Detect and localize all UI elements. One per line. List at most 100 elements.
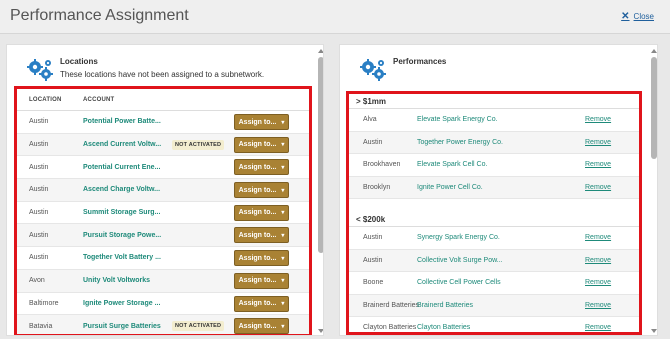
row-account-link[interactable]: Pursuit Storage Powe... bbox=[83, 232, 161, 239]
row-performance-link[interactable]: Brainerd Batteries bbox=[417, 302, 473, 309]
locations-rows: Austin Potential Power Batte... Assign to.… bbox=[17, 111, 309, 334]
row-location: Clayton Batteries bbox=[363, 324, 417, 332]
list-item: Austin Collective Volt Surge Pow... Remove bbox=[349, 249, 639, 272]
row-location: Alva bbox=[363, 116, 377, 124]
assign-to-button[interactable]: Assign to... ▾ bbox=[234, 295, 289, 312]
table-row: Baltimore Ignite Power Storage ... Assign … bbox=[17, 293, 309, 316]
dialog-title: Performance Assignment bbox=[10, 7, 189, 24]
table-row: Austin Pursuit Storage Powe... Assign to..… bbox=[17, 224, 309, 248]
row-account-link[interactable]: Together Volt Battery ... bbox=[83, 254, 161, 261]
performances-rows: > $1mm Alva Elevate Spark Energy Co. Remove… bbox=[349, 94, 639, 332]
remove-link[interactable]: Remove bbox=[585, 161, 611, 168]
row-account-link[interactable]: Ignite Power Storage ... bbox=[83, 300, 160, 307]
row-location: Austin bbox=[363, 256, 383, 264]
assign-label: Assign to... bbox=[238, 300, 277, 307]
chevron-down-icon: ▾ bbox=[281, 232, 285, 239]
row-performance-link[interactable]: Together Power Energy Co. bbox=[417, 139, 503, 146]
remove-link[interactable]: Remove bbox=[585, 257, 611, 264]
assign-label: Assign to... bbox=[238, 141, 277, 149]
locations-scrollbar[interactable] bbox=[318, 49, 323, 333]
table-row: Avon Unity Volt Voltworks Assign to... ▾ bbox=[17, 269, 309, 293]
scroll-thumb[interactable] bbox=[651, 57, 657, 159]
remove-link[interactable]: Remove bbox=[585, 139, 611, 146]
assign-to-button[interactable]: Assign to... ▾ bbox=[234, 136, 289, 153]
row-location: Boone bbox=[363, 279, 384, 287]
row-location: Austin bbox=[363, 234, 383, 242]
assign-label: Assign to... bbox=[238, 118, 277, 126]
scroll-thumb[interactable] bbox=[318, 57, 323, 253]
remove-link[interactable]: Remove bbox=[585, 324, 611, 331]
assign-label: Assign to... bbox=[238, 322, 277, 330]
scroll-down-arrow-icon[interactable] bbox=[651, 329, 657, 333]
scroll-up-arrow-icon[interactable] bbox=[318, 49, 323, 53]
assign-to-button[interactable]: Assign to... ▾ bbox=[234, 182, 289, 199]
performances-scrollbar[interactable] bbox=[651, 49, 657, 333]
remove-link[interactable]: Remove bbox=[585, 184, 611, 191]
locations-table-header: LOCATION ACCOUNT bbox=[17, 89, 309, 111]
row-account-link[interactable]: Summit Storage Surg... bbox=[83, 209, 160, 216]
row-account-link[interactable]: Pursuit Surge Batteries bbox=[83, 323, 161, 330]
remove-link[interactable]: Remove bbox=[585, 234, 611, 241]
scroll-down-arrow-icon[interactable] bbox=[318, 329, 323, 333]
chevron-down-icon: ▾ bbox=[281, 323, 285, 330]
assign-to-button[interactable]: Assign to... ▾ bbox=[234, 114, 289, 130]
group-header: < $200k bbox=[349, 212, 639, 227]
row-location: Baltimore bbox=[29, 299, 59, 307]
assign-label: Assign to... bbox=[238, 163, 277, 171]
row-performance-link[interactable]: Elevate Spark Energy Co. bbox=[417, 116, 498, 123]
assign-to-button[interactable]: Assign to... ▾ bbox=[234, 204, 289, 221]
list-item: Austin Together Power Energy Co. Remove bbox=[349, 131, 639, 154]
row-performance-link[interactable]: Clayton Batteries bbox=[417, 324, 470, 331]
assign-to-button[interactable]: Assign to... ▾ bbox=[234, 227, 289, 244]
row-account-link[interactable]: Ascend Charge Voltw... bbox=[83, 186, 160, 193]
group-header: > $1mm bbox=[349, 94, 639, 109]
locations-subtitle: These locations have not been assigned t… bbox=[60, 70, 265, 79]
row-performance-link[interactable]: Collective Cell Power Cells bbox=[417, 279, 501, 286]
status-badge: NOT ACTIVATED bbox=[172, 139, 225, 150]
chevron-down-icon: ▾ bbox=[281, 187, 285, 194]
assign-to-button[interactable]: Assign to... ▾ bbox=[234, 250, 289, 267]
row-account-link[interactable]: Potential Power Batte... bbox=[83, 118, 161, 125]
row-location: Avon bbox=[29, 277, 45, 285]
row-account-link[interactable]: Potential Current Ene... bbox=[83, 164, 160, 171]
assign-to-button[interactable]: Assign to... ▾ bbox=[234, 318, 289, 334]
row-location: Austin bbox=[29, 141, 49, 149]
assign-to-button[interactable]: Assign to... ▾ bbox=[234, 159, 289, 176]
row-location: Austin bbox=[29, 163, 49, 171]
dialog-header: Performance Assignment ✕ Close bbox=[0, 0, 670, 34]
chevron-down-icon: ▾ bbox=[281, 278, 285, 285]
table-row: Austin Together Volt Battery ... Assign to… bbox=[17, 247, 309, 270]
row-performance-link[interactable]: Ignite Power Cell Co. bbox=[417, 184, 483, 191]
row-account-link[interactable]: Unity Volt Voltworks bbox=[83, 277, 150, 284]
chevron-down-icon: ▾ bbox=[281, 142, 285, 149]
status-badge: NOT ACTIVATED bbox=[172, 321, 225, 332]
table-row: Batavia Pursuit Surge Batteries NOT ACTIVA… bbox=[17, 315, 309, 334]
close-button[interactable]: ✕ Close bbox=[621, 11, 654, 22]
table-row: Austin Ascend Current Voltw... NOT ACTIVAT… bbox=[17, 133, 309, 157]
assign-label: Assign to... bbox=[238, 186, 277, 194]
row-performance-link[interactable]: Elevate Spark Cell Co. bbox=[417, 161, 487, 168]
table-row: Austin Summit Storage Surg... Assign to...… bbox=[17, 202, 309, 225]
list-item: Clayton Batteries Clayton Batteries Remove bbox=[349, 317, 639, 332]
locations-table: LOCATION ACCOUNT Austin Potential Power B… bbox=[14, 86, 312, 335]
locations-title: Locations bbox=[60, 57, 98, 66]
performances-title: Performances bbox=[393, 57, 447, 66]
remove-link[interactable]: Remove bbox=[585, 302, 611, 309]
assign-to-button[interactable]: Assign to... ▾ bbox=[234, 272, 289, 289]
scroll-up-arrow-icon[interactable] bbox=[651, 49, 657, 53]
chevron-down-icon: ▾ bbox=[281, 301, 285, 307]
assign-label: Assign to... bbox=[238, 254, 277, 262]
row-performance-link[interactable]: Collective Volt Surge Pow... bbox=[417, 257, 503, 264]
gears-icon bbox=[27, 59, 53, 81]
performances-list: > $1mm Alva Elevate Spark Energy Co. Remove… bbox=[346, 91, 642, 335]
row-location: Brooklyn bbox=[363, 183, 391, 191]
chevron-down-icon: ▾ bbox=[281, 255, 285, 262]
remove-link[interactable]: Remove bbox=[585, 116, 611, 123]
row-performance-link[interactable]: Synergy Spark Energy Co. bbox=[417, 234, 500, 241]
group-spacer bbox=[349, 199, 639, 212]
locations-panel: Locations These locations have not been … bbox=[6, 44, 324, 336]
list-item: Brooklyn Ignite Power Cell Co. Remove bbox=[349, 176, 639, 199]
row-account-link[interactable]: Ascend Current Voltw... bbox=[83, 141, 161, 148]
assign-label: Assign to... bbox=[238, 209, 277, 217]
remove-link[interactable]: Remove bbox=[585, 279, 611, 286]
